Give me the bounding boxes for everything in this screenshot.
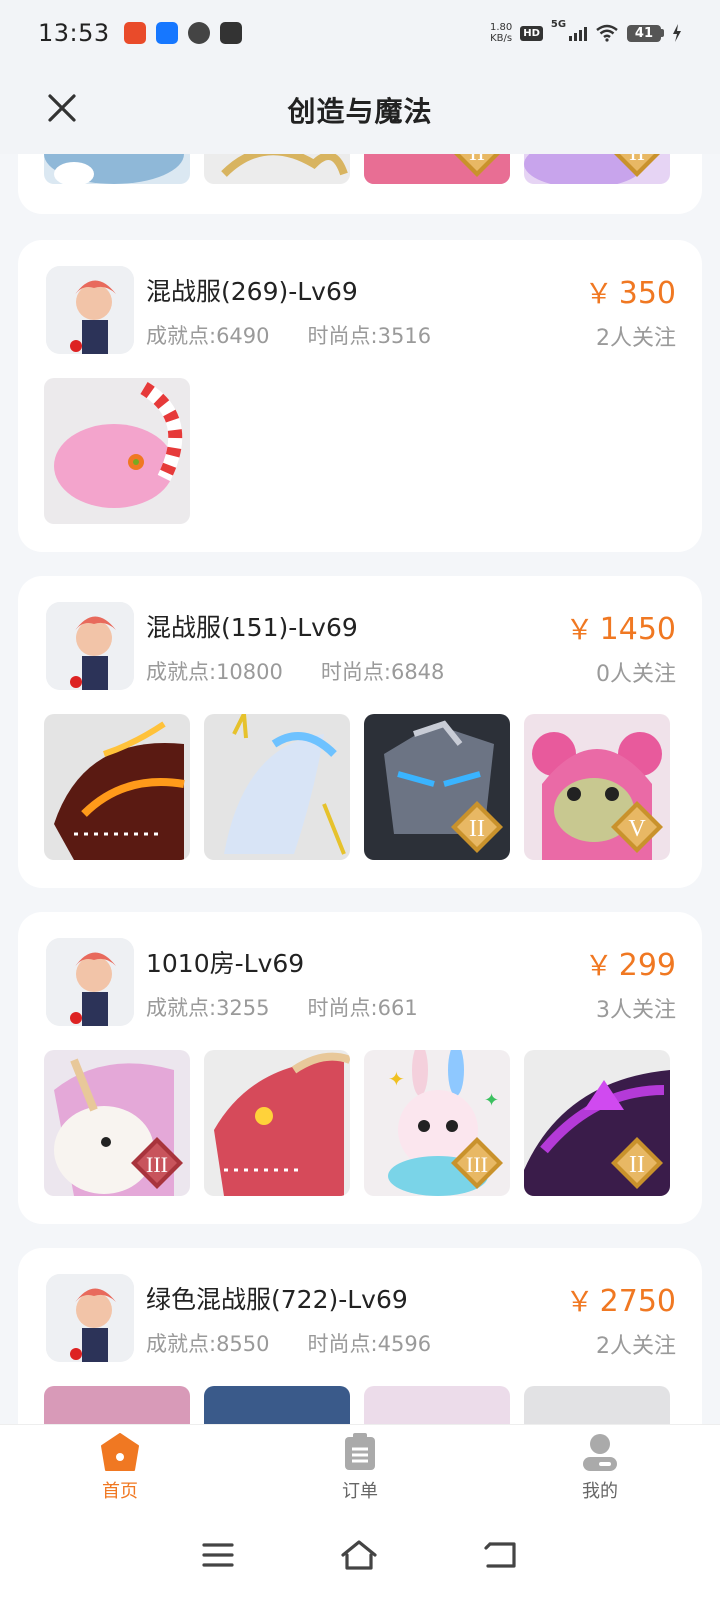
listing-thumbnail[interactable]: ✦ ✦ III bbox=[364, 1050, 510, 1196]
rank-badge: II bbox=[611, 1137, 663, 1189]
fashion-points: 时尚点:661 bbox=[307, 996, 418, 1020]
listing-card[interactable]: 混战服(151)-Lv69 成就点:10800 时尚点:6848 ￥ 1450 0… bbox=[18, 576, 702, 888]
cellular-signal-icon: 5G bbox=[551, 19, 587, 41]
battery-icon: 41 bbox=[626, 24, 664, 42]
listing-price: ￥ 299 bbox=[584, 948, 676, 983]
status-bar: 13:53 1.80 KB/s HD 5G 41 bbox=[0, 0, 720, 66]
listing-name: 混战服(151)-Lv69 bbox=[146, 613, 358, 642]
svg-text:II: II bbox=[469, 816, 485, 842]
listing-price: ￥ 2750 bbox=[565, 1284, 676, 1319]
svg-text:V: V bbox=[628, 816, 646, 842]
character-avatar bbox=[46, 602, 134, 690]
listing-thumbnail[interactable] bbox=[44, 714, 190, 860]
order-icon bbox=[345, 1432, 375, 1470]
mail-app-icon bbox=[219, 22, 242, 44]
back-icon[interactable] bbox=[484, 1540, 518, 1570]
listing-thumbnail[interactable] bbox=[524, 1386, 670, 1424]
svg-text:III: III bbox=[466, 1152, 488, 1177]
svg-text:II: II bbox=[629, 154, 645, 166]
svg-text:✦: ✦ bbox=[484, 1090, 499, 1111]
bottom-tab-bar: 首页 订单 我的 bbox=[0, 1424, 720, 1510]
listing-thumbnail[interactable]: V bbox=[524, 714, 670, 860]
listing-card-partial[interactable]: II II bbox=[18, 154, 702, 214]
app-notification-icon bbox=[123, 22, 146, 44]
system-navigation-bar bbox=[0, 1510, 720, 1600]
listing-thumbnail[interactable]: II bbox=[364, 714, 510, 860]
fashion-points: 时尚点:4596 bbox=[307, 1332, 432, 1356]
follower-count: 2人关注 bbox=[596, 326, 676, 351]
rank-badge: III bbox=[131, 1137, 183, 1189]
listing-name: 绿色混战服(722)-Lv69 bbox=[146, 1285, 408, 1314]
network-speed: 1.80 KB/s bbox=[489, 22, 513, 44]
listing-thumbnail[interactable] bbox=[204, 714, 350, 860]
listing-card[interactable]: 绿色混战服(722)-Lv69 成就点:8550 时尚点:4596 ￥ 2750 … bbox=[18, 1248, 702, 1424]
rank-badge: II bbox=[451, 801, 503, 853]
tab-orders[interactable]: 订单 bbox=[240, 1425, 480, 1510]
fashion-points: 时尚点:3516 bbox=[307, 324, 432, 348]
page-title: 创造与魔法 bbox=[287, 95, 433, 128]
character-avatar bbox=[46, 266, 134, 354]
close-icon bbox=[48, 94, 76, 122]
menu-icon[interactable] bbox=[202, 1542, 234, 1568]
svg-text:III: III bbox=[146, 1152, 168, 1177]
rank-badge: III bbox=[451, 1137, 503, 1189]
close-button[interactable] bbox=[40, 86, 84, 130]
listing-price: ￥ 350 bbox=[584, 276, 676, 311]
status-time: 13:53 bbox=[38, 19, 110, 47]
listing-thumbnail[interactable] bbox=[204, 1386, 350, 1424]
listing-thumbnail[interactable] bbox=[44, 378, 190, 524]
achievement-points: 成就点:8550 bbox=[146, 1332, 270, 1356]
status-notification-icons bbox=[123, 22, 242, 44]
tab-home-label: 首页 bbox=[102, 1480, 138, 1502]
tab-home[interactable]: 首页 bbox=[0, 1425, 240, 1510]
charging-icon bbox=[673, 24, 681, 42]
listing-thumbnail: II bbox=[364, 154, 510, 184]
listing-thumbnail[interactable] bbox=[44, 1386, 190, 1424]
video-app-icon bbox=[187, 22, 210, 44]
achievement-points: 成就点:6490 bbox=[146, 324, 270, 348]
fashion-points: 时尚点:6848 bbox=[320, 660, 445, 684]
rank-badge: V bbox=[611, 801, 663, 853]
listing-thumbnail bbox=[204, 154, 350, 184]
profile-icon bbox=[583, 1433, 617, 1471]
tab-profile[interactable]: 我的 bbox=[480, 1425, 720, 1510]
character-avatar bbox=[46, 938, 134, 1026]
listing-thumbnail[interactable]: II bbox=[524, 1050, 670, 1196]
achievement-points: 成就点:10800 bbox=[146, 660, 283, 684]
hd-icon: HD bbox=[520, 25, 543, 41]
listing-name: 1010房-Lv69 bbox=[146, 949, 305, 978]
listing-card[interactable]: 混战服(269)-Lv69 成就点:6490 时尚点:3516 ￥ 350 2人关… bbox=[18, 240, 702, 552]
svg-text:II: II bbox=[629, 1152, 645, 1178]
svg-text:II: II bbox=[469, 154, 485, 166]
home-icon bbox=[101, 1432, 139, 1471]
follower-count: 2人关注 bbox=[596, 1334, 676, 1359]
listing-thumbnail[interactable] bbox=[364, 1386, 510, 1424]
rank-badge: II bbox=[614, 154, 660, 177]
listing-thumbnail[interactable] bbox=[204, 1050, 350, 1196]
svg-text:✦: ✦ bbox=[388, 1067, 405, 1091]
listing-scroll-area[interactable]: II II 混战服(269)-Lv69 成就点:6490 时尚点:3516 ￥3… bbox=[0, 154, 720, 1424]
character-avatar bbox=[46, 1274, 134, 1362]
rank-badge: II bbox=[454, 154, 500, 177]
tab-orders-label: 订单 bbox=[342, 1480, 378, 1502]
status-indicators: 1.80 KB/s HD 5G 41 bbox=[489, 19, 682, 44]
wifi-icon bbox=[596, 24, 618, 42]
alipay-icon bbox=[155, 22, 178, 44]
listing-name: 混战服(269)-Lv69 bbox=[146, 277, 358, 306]
listing-thumbnail bbox=[44, 154, 190, 184]
app-header: 创造与魔法 bbox=[0, 66, 720, 154]
listing-card[interactable]: 1010房-Lv69 成就点:3255 时尚点:661 ￥ 299 3人关注 II… bbox=[18, 912, 702, 1224]
tab-profile-label: 我的 bbox=[582, 1480, 618, 1502]
listing-price: ￥ 1450 bbox=[565, 612, 676, 647]
follower-count: 0人关注 bbox=[596, 662, 676, 687]
follower-count: 3人关注 bbox=[596, 998, 676, 1023]
listing-thumbnail: II bbox=[524, 154, 670, 184]
home-button-icon[interactable] bbox=[339, 1539, 379, 1571]
listing-thumbnail[interactable]: III bbox=[44, 1050, 190, 1196]
achievement-points: 成就点:3255 bbox=[146, 996, 270, 1020]
